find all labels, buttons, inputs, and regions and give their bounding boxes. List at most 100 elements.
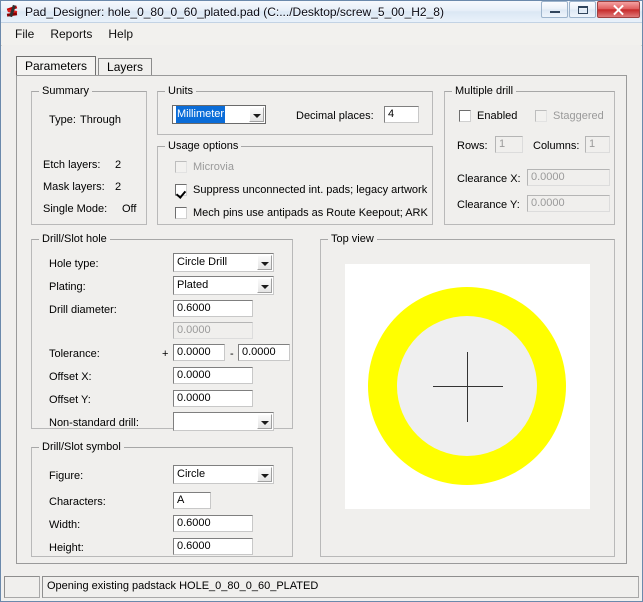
- summary-type-label: Type:: [49, 114, 76, 126]
- group-drill-slot-hole: Drill/Slot hole Hole type: Circle Drill …: [31, 233, 293, 431]
- suppress-unconnected-label[interactable]: Suppress unconnected int. pads; legacy a…: [193, 184, 427, 196]
- tolerance-plus-sign: +: [162, 348, 169, 360]
- offset-x-input[interactable]: 0.0000: [173, 367, 253, 384]
- microvia-label: Microvia: [193, 161, 234, 173]
- figure-combo-value: Circle: [177, 468, 206, 480]
- minimize-button[interactable]: [541, 1, 568, 18]
- group-top-view: Top view: [320, 233, 615, 557]
- close-button[interactable]: [597, 1, 640, 18]
- group-drill-slot-symbol-legend: Drill/Slot symbol: [39, 441, 124, 453]
- top-view-canvas[interactable]: [345, 264, 590, 509]
- status-message: Opening existing padstack HOLE_0_80_0_60…: [42, 576, 639, 598]
- menu-bar: File Reports Help: [1, 23, 642, 46]
- plating-combo-value: Plated: [177, 279, 209, 291]
- non-standard-drill-combo[interactable]: [173, 412, 274, 431]
- multiple-drill-staggered-label: Staggered: [553, 110, 604, 122]
- crosshair-vertical: [467, 352, 468, 422]
- tolerance-minus-input[interactable]: 0.0000: [238, 344, 290, 361]
- clearance-x-label: Clearance X:: [457, 173, 521, 185]
- title-bar: Pad_Designer: hole_0_80_0_60_plated.pad …: [1, 1, 642, 23]
- drill-diameter-secondary-input[interactable]: 0.0000: [173, 322, 253, 339]
- clearance-x-input[interactable]: 0.0000: [527, 169, 610, 186]
- multiple-drill-staggered-checkbox: [535, 110, 547, 122]
- multiple-drill-enabled-label[interactable]: Enabled: [477, 110, 517, 122]
- clearance-y-input[interactable]: 0.0000: [527, 195, 610, 212]
- maximize-button[interactable]: [569, 1, 596, 18]
- width-label: Width:: [49, 519, 81, 531]
- group-drill-slot-hole-legend: Drill/Slot hole: [39, 233, 110, 245]
- height-label: Height:: [49, 542, 84, 554]
- tab-layers[interactable]: Layers: [98, 58, 153, 76]
- hole-type-combo-value: Circle Drill: [177, 256, 228, 268]
- tab-parameters[interactable]: Parameters: [16, 56, 97, 76]
- window-controls: [540, 1, 640, 18]
- group-usage-options-legend: Usage options: [165, 140, 242, 152]
- group-units-legend: Units: [165, 85, 197, 97]
- mech-pins-antipads-checkbox[interactable]: [175, 207, 187, 219]
- crosshair-horizontal: [433, 386, 503, 387]
- columns-input[interactable]: 1: [585, 136, 610, 153]
- group-top-view-legend: Top view: [328, 233, 377, 245]
- summary-etch-layers-value: 2: [115, 159, 122, 171]
- drill-diameter-input[interactable]: 0.6000: [173, 300, 253, 317]
- offset-y-input[interactable]: 0.0000: [173, 390, 253, 407]
- units-combo[interactable]: Millimeter: [172, 105, 266, 124]
- rows-input[interactable]: 1: [495, 136, 523, 153]
- group-multiple-drill-legend: Multiple drill: [452, 85, 517, 97]
- suppress-unconnected-checkbox[interactable]: [175, 184, 187, 196]
- mech-pins-antipads-label[interactable]: Mech pins use antipads as Route Keepout;…: [193, 207, 428, 219]
- chevron-down-icon[interactable]: [257, 467, 272, 482]
- tab-strip: Parameters Layers: [16, 56, 154, 76]
- menu-item-reports[interactable]: Reports: [42, 25, 100, 43]
- client-area: Parameters Layers Summary Type: Through …: [2, 45, 641, 600]
- summary-mask-layers-label: Mask layers:: [43, 181, 105, 193]
- chevron-down-icon[interactable]: [257, 278, 272, 293]
- app-icon: [5, 4, 21, 20]
- offset-x-label: Offset X:: [49, 371, 92, 383]
- figure-combo[interactable]: Circle: [173, 465, 274, 484]
- group-usage-options: Usage options Microvia Suppress unconnec…: [157, 140, 433, 225]
- chevron-down-icon[interactable]: [249, 107, 264, 122]
- group-summary: Summary Type: Through Etch layers: 2 Mas…: [31, 85, 147, 225]
- plating-combo[interactable]: Plated: [173, 276, 274, 295]
- tolerance-label: Tolerance:: [49, 348, 100, 360]
- status-pane-left: [4, 576, 40, 598]
- summary-type-value: Through: [80, 114, 121, 126]
- window-title: Pad_Designer: hole_0_80_0_60_plated.pad …: [25, 4, 444, 19]
- microvia-checkbox: [175, 161, 187, 173]
- drill-diameter-label: Drill diameter:: [49, 304, 117, 316]
- columns-label: Columns:: [533, 140, 580, 152]
- menu-item-file[interactable]: File: [7, 25, 42, 43]
- height-input[interactable]: 0.6000: [173, 538, 253, 555]
- chevron-down-icon[interactable]: [257, 255, 272, 270]
- plating-label: Plating:: [49, 281, 86, 293]
- offset-y-label: Offset Y:: [49, 394, 91, 406]
- summary-single-mode-label: Single Mode:: [43, 203, 108, 215]
- summary-etch-layers-label: Etch layers:: [43, 159, 101, 171]
- group-drill-slot-symbol: Drill/Slot symbol Figure: Circle Charact…: [31, 441, 293, 557]
- clearance-y-label: Clearance Y:: [457, 199, 520, 211]
- tolerance-plus-input[interactable]: 0.0000: [173, 344, 225, 361]
- hole-type-combo[interactable]: Circle Drill: [173, 253, 274, 272]
- characters-label: Characters:: [49, 496, 106, 508]
- rows-label: Rows:: [457, 140, 488, 152]
- decimal-places-label: Decimal places:: [296, 110, 374, 122]
- menu-item-help[interactable]: Help: [100, 25, 141, 43]
- characters-input[interactable]: A: [173, 492, 211, 509]
- chevron-down-icon[interactable]: [257, 414, 272, 429]
- group-summary-legend: Summary: [39, 85, 93, 97]
- group-units: Units Millimeter Decimal places: 4: [157, 85, 433, 135]
- hole-type-label: Hole type:: [49, 258, 99, 270]
- tab-page-parameters: Summary Type: Through Etch layers: 2 Mas…: [16, 75, 627, 564]
- summary-mask-layers-value: 2: [115, 181, 122, 193]
- width-input[interactable]: 0.6000: [173, 515, 253, 532]
- decimal-places-input[interactable]: 4: [384, 106, 419, 123]
- non-standard-drill-label: Non-standard drill:: [49, 417, 139, 429]
- group-multiple-drill: Multiple drill Enabled Staggered Rows: 1…: [444, 85, 615, 225]
- figure-label: Figure:: [49, 470, 84, 482]
- units-combo-value: Millimeter: [176, 106, 226, 123]
- summary-single-mode-value: Off: [122, 203, 137, 215]
- status-bar: Opening existing padstack HOLE_0_80_0_60…: [4, 576, 639, 598]
- multiple-drill-enabled-checkbox[interactable]: [459, 110, 471, 122]
- tolerance-minus-sign: -: [230, 348, 234, 360]
